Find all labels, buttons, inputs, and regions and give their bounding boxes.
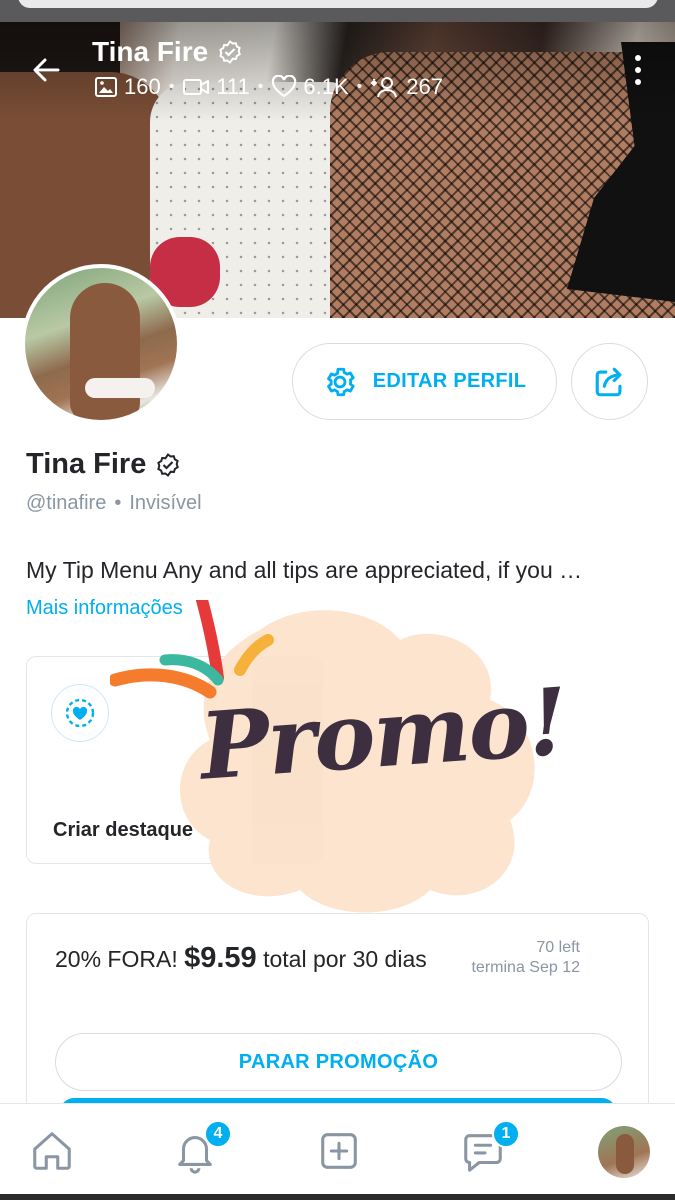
profile-bio: My Tip Menu Any and all tips are appreci… bbox=[26, 557, 583, 583]
promotion-left: 70 left bbox=[536, 939, 580, 956]
status-bar bbox=[0, 0, 675, 22]
fans-icon bbox=[370, 77, 398, 98]
handle-line: @tinafire • Invisível bbox=[26, 492, 202, 514]
nav-add-post[interactable] bbox=[314, 1126, 364, 1176]
profile-name: Tina Fire bbox=[26, 448, 180, 481]
promotion-price: $9.59 bbox=[184, 942, 257, 974]
fans-stat[interactable]: 267 bbox=[370, 74, 443, 100]
edit-profile-button[interactable]: EDITAR PERFIL bbox=[292, 343, 557, 420]
bottom-nav: 4 1 bbox=[0, 1103, 675, 1200]
verified-icon bbox=[219, 40, 242, 64]
video-icon bbox=[183, 79, 210, 95]
messages-badge: 1 bbox=[492, 1120, 520, 1148]
share-icon bbox=[595, 367, 621, 396]
stop-promotion-button[interactable]: PARAR PROMOÇÃO bbox=[55, 1033, 622, 1091]
back-button[interactable] bbox=[26, 50, 66, 90]
arrow-left-icon bbox=[33, 58, 60, 82]
header-stats: 160 • 111 • 6.1K • 267 bbox=[94, 74, 443, 100]
header-title: Tina Fire bbox=[92, 36, 242, 68]
image-icon bbox=[95, 77, 117, 97]
verified-icon bbox=[157, 452, 180, 477]
online-status: Invisível bbox=[129, 492, 202, 514]
profile-handle: @tinafire bbox=[26, 492, 107, 514]
avatar[interactable] bbox=[21, 264, 181, 424]
edit-profile-label: EDITAR PERFIL bbox=[372, 370, 527, 392]
promotion-ends: termina Sep 12 bbox=[471, 959, 580, 976]
gear-icon bbox=[326, 367, 355, 396]
nav-messages[interactable]: 1 bbox=[458, 1120, 520, 1176]
home-icon bbox=[33, 1132, 71, 1170]
promotion-discount: 20% FORA! bbox=[55, 946, 178, 972]
share-button[interactable] bbox=[571, 343, 648, 420]
promotion-duration: total por 30 dias bbox=[263, 946, 427, 972]
heart-icon bbox=[272, 75, 297, 98]
promotion-card: 20% FORA! $9.59 total por 30 dias 70 lef… bbox=[26, 913, 649, 1123]
likes-stat: 6.1K bbox=[271, 74, 349, 100]
add-post-icon bbox=[321, 1133, 357, 1169]
profile-header: Tina Fire 160 • 111 • 6.1K • 267 bbox=[0, 28, 675, 108]
highlight-icon bbox=[51, 684, 109, 742]
notifications-badge: 4 bbox=[204, 1120, 232, 1148]
more-options-button[interactable] bbox=[626, 50, 650, 90]
photos-stat[interactable]: 160 bbox=[94, 74, 161, 100]
nav-profile-avatar[interactable] bbox=[598, 1126, 650, 1178]
nav-home[interactable] bbox=[27, 1126, 77, 1176]
videos-stat[interactable]: 111 bbox=[182, 74, 250, 100]
promotion-meta: 70 left termina Sep 12 bbox=[471, 938, 580, 978]
nav-notifications[interactable]: 4 bbox=[170, 1120, 232, 1176]
system-bar bbox=[0, 1194, 675, 1200]
header-name: Tina Fire bbox=[92, 36, 209, 67]
promotion-title: 20% FORA! $9.59 total por 30 dias bbox=[55, 938, 435, 979]
address-pill bbox=[18, 0, 658, 8]
